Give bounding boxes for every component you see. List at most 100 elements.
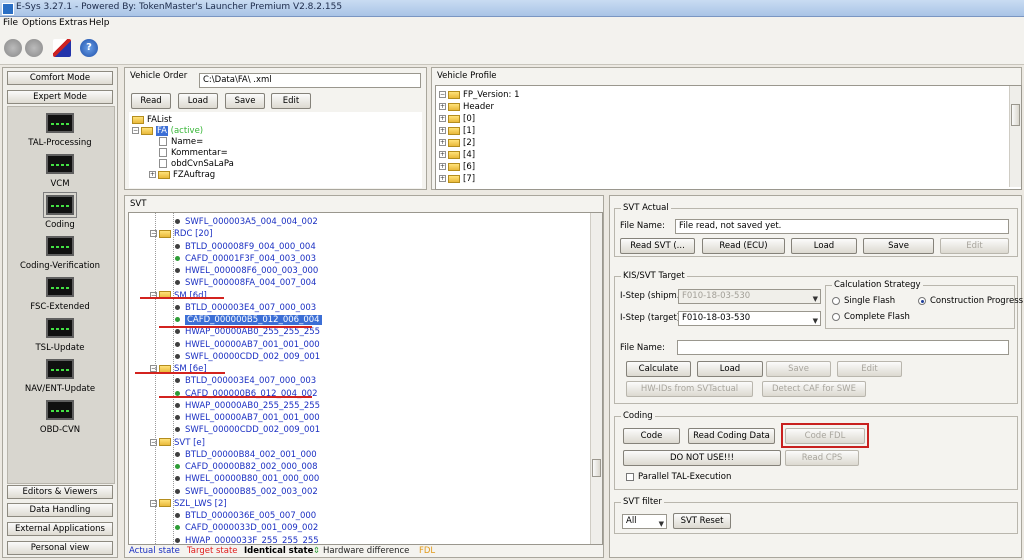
kis-save-button[interactable]: Save [766, 361, 831, 377]
tree-node[interactable]: + [1] [439, 125, 475, 137]
menu-help[interactable]: Help [89, 18, 110, 28]
collapse-icon[interactable]: − [150, 499, 157, 507]
do-not-use-button[interactable]: DO NOT USE!!! [623, 450, 781, 466]
tree-node[interactable]: + [4] [439, 149, 475, 161]
radio-construction-progress[interactable] [918, 297, 926, 305]
tree-node[interactable]: + FZAuftrag [149, 169, 215, 181]
tree-node[interactable]: + Header [439, 101, 494, 113]
svt-item-row[interactable]: CAFD_00000B82_002_000_008 [175, 461, 318, 473]
expand-icon[interactable]: + [439, 163, 446, 170]
vehicle-order-path[interactable]: C:\Data\FA\ .xml [199, 73, 421, 88]
code-button[interactable]: Code [623, 428, 680, 444]
tree-node[interactable]: − FP_Version: 1 [439, 89, 520, 101]
fa-read-button[interactable]: Read [131, 93, 171, 109]
scroll-thumb[interactable] [592, 459, 601, 477]
kis-load-button[interactable]: Load [697, 361, 763, 377]
read-cps-button[interactable]: Read CPS [785, 450, 859, 466]
svt-scrollbar[interactable] [590, 213, 602, 544]
radio-single-flash[interactable] [832, 297, 840, 305]
expand-icon[interactable]: + [439, 175, 446, 182]
svt-actual-save-button[interactable]: Save [863, 238, 934, 254]
svt-item-row[interactable]: CAFD_000000B5_012_006_004 [175, 314, 322, 326]
radio-complete-flash[interactable] [832, 313, 840, 321]
expand-icon[interactable]: + [439, 127, 446, 134]
svt-item-row[interactable]: BTLD_000003E4_007_000_003 [175, 302, 316, 314]
istep-shipm-dropdown[interactable]: F010-18-03-530 ▼ [678, 289, 821, 304]
svt-item-row[interactable]: CAFD_0000033D_001_009_002 [175, 522, 318, 534]
svt-ecu-node[interactable]: − SVT [e] [150, 437, 205, 449]
svt-item-row[interactable]: SWFL_000008FA_004_007_004 [175, 277, 316, 289]
fa-save-button[interactable]: Save [225, 93, 265, 109]
svt-item-row[interactable]: SWFL_00000CDD_002_009_001 [175, 351, 320, 363]
fa-edit-button[interactable]: Edit [271, 93, 311, 109]
kis-file-field[interactable] [677, 340, 1009, 355]
istep-target-dropdown[interactable]: F010-18-03-530 ▼ [678, 311, 821, 326]
expert-icon[interactable] [53, 39, 71, 57]
detect-caf-button[interactable]: Detect CAF for SWE [762, 381, 866, 397]
tree-node[interactable]: + [6] [439, 161, 475, 173]
read-svt-button[interactable]: Read SVT (... [620, 238, 695, 254]
expand-icon[interactable]: + [439, 115, 446, 122]
svt-item-row[interactable]: HWEL_00000AB7_001_001_000 [175, 339, 320, 351]
expand-icon[interactable]: + [439, 139, 446, 146]
svt-item-row[interactable]: HWEL_00000AB7_001_001_000 [175, 412, 320, 424]
collapse-icon[interactable]: − [132, 127, 139, 134]
collapse-icon[interactable]: − [150, 365, 157, 372]
disconnect-icon[interactable] [25, 39, 43, 57]
calculate-button[interactable]: Calculate [626, 361, 691, 377]
scroll-thumb[interactable] [1011, 104, 1020, 126]
svt-item-row[interactable]: SWFL_000003A5_004_004_002 [175, 216, 318, 228]
menu-options[interactable]: Options [22, 18, 57, 28]
svt-item-row[interactable]: HWEL_00000B80_001_000_000 [175, 473, 319, 485]
svt-item-row[interactable]: HWAP_00000AB0_255_255_255 [175, 326, 320, 338]
tree-node[interactable]: + [2] [439, 137, 475, 149]
svt-item-row[interactable]: BTLD_0000036E_005_007_000 [175, 510, 316, 522]
collapse-icon[interactable]: − [150, 438, 157, 446]
kis-edit-button[interactable]: Edit [837, 361, 902, 377]
svt-actual-load-button[interactable]: Load [791, 238, 857, 254]
svt-ecu-node[interactable]: − SZL_LWS [2] [150, 498, 227, 510]
menu-file[interactable]: File [3, 18, 18, 28]
svt-tree[interactable]: SWFL_000003A5_004_004_002− RDC [20] BTLD_0… [128, 212, 603, 545]
svt-actual-file-field[interactable]: File read, not saved yet. [675, 219, 1009, 234]
svt-item-row[interactable]: SWFL_00000CDD_002_009_001 [175, 424, 320, 436]
fa-load-button[interactable]: Load [178, 93, 218, 109]
read-ecu-button[interactable]: Read (ECU) [702, 238, 785, 254]
read-coding-data-button[interactable]: Read Coding Data [688, 428, 775, 444]
editors-viewers-button[interactable]: Editors & Viewers [7, 485, 113, 499]
expand-icon[interactable]: + [439, 151, 446, 158]
expand-icon[interactable]: + [439, 103, 446, 110]
svt-item-row[interactable]: BTLD_000003E4_007_000_003 [175, 375, 316, 387]
svt-reset-button[interactable]: SVT Reset [673, 513, 731, 529]
tree-node[interactable]: + [7] [439, 173, 475, 185]
collapse-icon[interactable]: − [150, 230, 157, 238]
fa-tree[interactable]: FAList − FA (active) Name= Kommentar= obd… [129, 112, 422, 188]
svt-filter-dropdown[interactable]: All ▼ [622, 514, 667, 529]
tool-obd-cvn[interactable]: OBD-CVN [8, 396, 112, 464]
comfort-mode-button[interactable]: Comfort Mode [7, 71, 113, 85]
svt-item-row[interactable]: SWFL_00000B85_002_003_002 [175, 486, 318, 498]
expert-mode-button[interactable]: Expert Mode [7, 90, 113, 104]
svt-item-row[interactable]: HWAP_0000033F_255_255_255 [175, 535, 319, 544]
hw-ids-button[interactable]: HW-IDs from SVTactual [626, 381, 753, 397]
profile-scrollbar[interactable] [1009, 86, 1021, 187]
external-applications-button[interactable]: External Applications [7, 522, 113, 536]
svt-item-row[interactable]: BTLD_00000B84_002_001_000 [175, 449, 317, 461]
code-fdl-button[interactable]: Code FDL [785, 428, 865, 444]
svt-item-row[interactable]: HWAP_00000AB0_255_255_255 [175, 400, 320, 412]
svt-item-row[interactable]: HWEL_000008F6_000_003_000 [175, 265, 318, 277]
svt-actual-edit-button[interactable]: Edit [940, 238, 1009, 254]
data-handling-button[interactable]: Data Handling [7, 503, 113, 517]
parallel-tal-checkbox[interactable] [626, 473, 634, 481]
expand-icon[interactable]: + [149, 171, 156, 178]
help-icon[interactable]: ? [80, 39, 98, 57]
personal-view-button[interactable]: Personal view [7, 541, 113, 555]
svt-ecu-node[interactable]: − RDC [20] [150, 228, 213, 240]
svt-ecu-node[interactable]: − SM [6d] [150, 290, 207, 302]
svt-item-row[interactable]: CAFD_00001F3F_004_003_003 [175, 253, 316, 265]
menu-extras[interactable]: Extras [59, 18, 87, 28]
profile-tree[interactable]: − FP_Version: 1 + Header + [0] + [1] + [2] +[… [435, 85, 1022, 190]
svt-item-row[interactable]: BTLD_000008F9_004_000_004 [175, 241, 316, 253]
collapse-icon[interactable]: − [439, 91, 446, 98]
connect-icon[interactable] [4, 39, 22, 57]
